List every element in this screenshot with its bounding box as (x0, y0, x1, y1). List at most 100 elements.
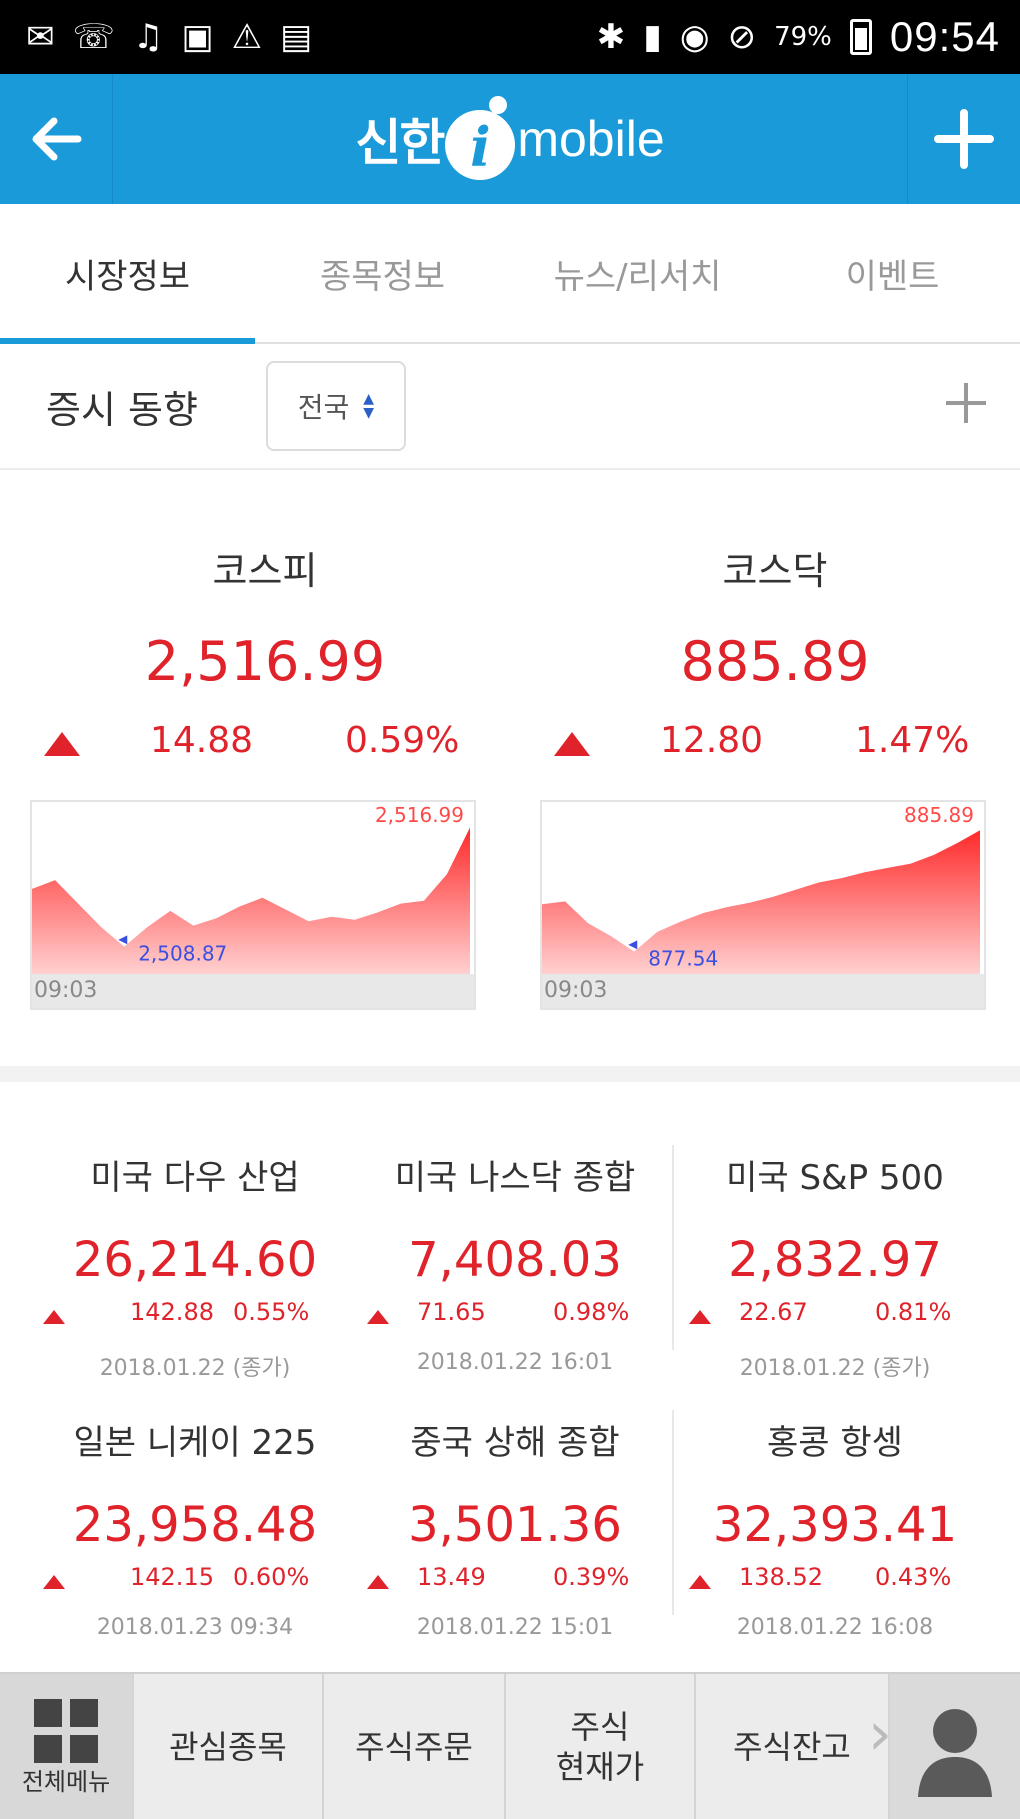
clock: 09:54 (889, 13, 1000, 60)
add-button[interactable] (907, 74, 1020, 204)
world-index-percent: 0.98% (553, 1298, 630, 1326)
world-index-change: 71.65 (417, 1298, 486, 1326)
world-index-percent: 0.43% (875, 1563, 952, 1591)
world-index-change: 142.15 (130, 1563, 214, 1591)
chart-high-label: 885.89 (904, 803, 974, 827)
tab-news-research[interactable]: 뉴스/리서치 (510, 204, 765, 342)
app-logo: 신한 i mobile (355, 96, 665, 182)
logo-english: mobile (517, 111, 665, 167)
kosdaq-chart: 885.89 ◂ 877.54 09:03 (540, 800, 986, 1010)
nav-stock-order[interactable]: 주식주문 (324, 1674, 506, 1819)
world-index-cell[interactable]: 미국 다우 산업 26,214.60 142.88 0.55% 2018.01.… (35, 1150, 355, 1410)
status-bar: ✉ ☏ ♫ ▣ ⚠ ▤ ✱ ▮ ◉ ⊘ 79% 09:54 (0, 0, 1020, 74)
chart-low-marker: ◂ (118, 929, 127, 950)
plus-icon (946, 383, 986, 423)
chart-time-axis: 09:03 (542, 974, 984, 1008)
region-select-value: 전국 (297, 391, 350, 424)
market-trend-header: 증시 동향 전국 ▲ ▼ (0, 344, 1020, 470)
document-icon: ▤ (280, 17, 313, 57)
profile-button[interactable] (890, 1674, 1020, 1819)
chart-area-series (542, 830, 980, 974)
index-name: 코스닥 (722, 549, 828, 593)
warning-icon: ⚠ (231, 17, 263, 57)
world-index-value: 26,214.60 (72, 1232, 318, 1288)
section-divider (0, 1066, 1020, 1082)
chart-low-label: 877.54 (648, 947, 718, 971)
message-icon: ✉ (26, 17, 55, 57)
index-name: 코스피 (212, 549, 318, 593)
world-index-date: 2018.01.22 16:01 (416, 1350, 614, 1375)
battery-percent: 79% (774, 22, 832, 52)
nav-stock-price[interactable]: 주식 현재가 (506, 1674, 696, 1819)
world-index-value: 3,501.36 (408, 1497, 622, 1553)
chart-low-label: 2,508.87 (138, 942, 227, 966)
up-arrow-icon (554, 732, 590, 756)
world-index-cell[interactable]: 홍콩 항셍 32,393.41 138.52 0.43% 2018.01.22 … (675, 1415, 995, 1675)
world-index-value: 32,393.41 (712, 1497, 958, 1553)
kosdaq-panel[interactable]: 코스닥 885.89 12.80 1.47% 885.89 ◂ 877.54 09:… (540, 470, 1010, 1070)
world-index-cell[interactable]: 미국 나스닥 종합 7,408.03 71.65 0.98% 2018.01.2… (355, 1150, 675, 1410)
index-change-row: 14.88 0.59% (30, 720, 500, 770)
world-index-value: 7,408.03 (408, 1232, 622, 1288)
bottom-nav: 전체메뉴 관심종목 주식주문 주식 현재가 주식잔고 › (0, 1672, 1020, 1819)
chart-high-label: 2,516.99 (375, 803, 464, 827)
column-separator (672, 1145, 674, 1350)
index-value: 885.89 (680, 630, 870, 693)
world-index-name: 홍콩 항셍 (767, 1423, 903, 1463)
chart-time-axis: 09:03 (32, 974, 474, 1008)
add-widget-button[interactable] (942, 372, 990, 442)
grid-menu-icon (34, 1698, 98, 1763)
nav-stock-balance[interactable]: 주식잔고 › (696, 1674, 892, 1819)
battery-icon (849, 19, 872, 55)
tab-bar: 시장정보 종목정보 뉴스/리서치 이벤트 (0, 204, 1020, 344)
kospi-area-chart: 2,516.99 ◂ 2,508.87 (32, 803, 470, 974)
world-index-name: 일본 니케이 225 (73, 1423, 317, 1463)
world-index-percent: 0.55% (233, 1298, 310, 1326)
up-arrow-icon (44, 732, 80, 756)
world-index-cell[interactable]: 일본 니케이 225 23,958.48 142.15 0.60% 2018.0… (35, 1415, 355, 1675)
system-icons: ✱ ▮ ◉ ⊘ 79% 09:54 (597, 13, 1000, 61)
world-index-name: 미국 다우 산업 (90, 1158, 300, 1198)
nav-watchlist[interactable]: 관심종목 (134, 1674, 324, 1819)
world-index-change: 13.49 (417, 1563, 486, 1591)
all-menu-button[interactable]: 전체메뉴 (0, 1674, 134, 1819)
chevron-right-icon: › (868, 1699, 892, 1769)
index-change-percent: 0.59% (345, 720, 460, 761)
up-arrow-icon (689, 1575, 711, 1589)
index-change: 14.88 (150, 720, 254, 761)
world-index-value: 23,958.48 (72, 1497, 318, 1553)
plus-icon (934, 109, 994, 169)
tab-market-info[interactable]: 시장정보 (0, 204, 255, 344)
phone-icon: ☏ (72, 17, 116, 57)
up-arrow-icon (689, 1310, 711, 1324)
world-index-percent: 0.81% (875, 1298, 952, 1326)
kospi-panel[interactable]: 코스피 2,516.99 14.88 0.59% 2,516.99 ◂ 2,508.… (30, 470, 500, 1070)
all-menu-label: 전체메뉴 (21, 1767, 111, 1796)
mute-icon: ♫ (133, 17, 164, 57)
section-title: 증시 동향 (46, 387, 198, 432)
region-select[interactable]: 전국 ▲ ▼ (265, 361, 406, 451)
index-change: 12.80 (660, 720, 764, 761)
world-index-date: 2018.01.22 15:01 (416, 1615, 614, 1640)
index-value: 2,516.99 (144, 630, 386, 693)
up-arrow-icon (43, 1310, 65, 1324)
world-index-date: 2018.01.22 (종가) (99, 1356, 291, 1381)
world-index-cell[interactable]: 미국 S&P 500 2,832.97 22.67 0.81% 2018.01.… (675, 1150, 995, 1410)
up-arrow-icon (43, 1575, 65, 1589)
world-index-name: 미국 나스닥 종합 (394, 1158, 636, 1198)
chart-start-time: 09:03 (544, 978, 608, 1003)
column-separator (672, 1410, 674, 1615)
arrow-left-icon (32, 117, 82, 161)
world-index-percent: 0.39% (553, 1563, 630, 1591)
world-index-change: 22.67 (739, 1298, 808, 1326)
logo-i-mark: i (445, 96, 516, 182)
tab-stock-info[interactable]: 종목정보 (255, 204, 510, 342)
tab-event[interactable]: 이벤트 (765, 204, 1020, 342)
up-arrow-icon (367, 1575, 389, 1589)
world-index-cell[interactable]: 중국 상해 종합 3,501.36 13.49 0.39% 2018.01.22… (355, 1415, 675, 1675)
wifi-icon: ◉ (679, 17, 710, 57)
world-index-name: 미국 S&P 500 (726, 1158, 944, 1198)
nav-stock-balance-label: 주식잔고 (733, 1727, 851, 1766)
back-button[interactable] (0, 74, 113, 204)
world-index-percent: 0.60% (233, 1563, 310, 1591)
